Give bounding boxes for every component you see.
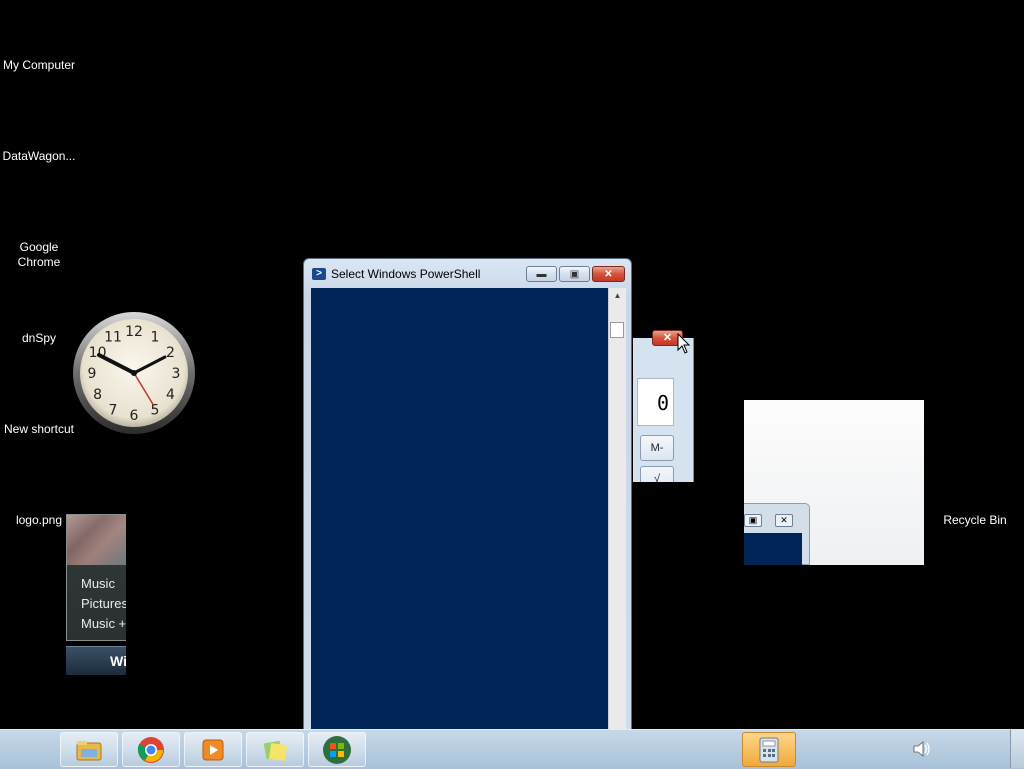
taskbar-sticky-notes-button[interactable] <box>246 732 304 767</box>
clock-numeral: 1 <box>151 330 160 346</box>
clock-numeral: 2 <box>166 345 175 361</box>
media-thumbnail <box>67 515 126 565</box>
clock-numeral: 4 <box>166 387 175 403</box>
show-desktop-button[interactable] <box>1010 729 1024 768</box>
desktop-icon-label: dnSpy <box>21 331 57 345</box>
calc-key-sqrt[interactable]: √ <box>640 466 674 482</box>
scroll-thumb[interactable] <box>610 322 624 338</box>
clock-numeral: 7 <box>109 402 118 418</box>
desktop-icon-label: My Computer <box>2 58 76 72</box>
explorer-icon <box>76 740 102 760</box>
media-item-music-plus[interactable]: Music + <box>81 616 126 631</box>
powershell-icon: > <box>312 268 326 280</box>
desktop-icon-label: DataWagon... <box>2 149 76 163</box>
scroll-up-icon[interactable]: ▲ <box>609 288 626 304</box>
media-gadget-banner[interactable]: Wi <box>66 646 126 675</box>
close-button[interactable]: ✕ <box>592 266 625 282</box>
close-icon: ✕ <box>775 514 793 527</box>
close-icon: ✕ <box>604 268 613 280</box>
clock-numeral: 8 <box>93 387 102 403</box>
clock-numeral: 11 <box>104 330 122 346</box>
desktop-icon-recycle-bin[interactable]: Recycle Bin <box>936 513 1014 528</box>
taskbar <box>0 729 1024 769</box>
calculator-icon <box>759 737 779 762</box>
clock-numeral: 9 <box>88 366 97 382</box>
maximize-icon: ▣ <box>744 514 762 527</box>
maximize-button[interactable]: ▣ <box>559 266 590 282</box>
close-icon: ✕ <box>662 332 673 344</box>
clock-numeral: 12 <box>125 324 143 340</box>
preview-window-frame: ▣ ✕ <box>744 503 810 565</box>
clock-face-icon: 12 1234567891011 <box>73 312 195 434</box>
desktop-icon-new-shortcut[interactable]: New shortcut <box>0 422 78 437</box>
window-title-bar[interactable]: > Select Windows PowerShell <box>312 267 480 281</box>
desktop-icon-label: New shortcut <box>3 422 75 436</box>
taskbar-calculator-button[interactable] <box>742 732 796 767</box>
desktop-icon-datawagon[interactable]: DataWagon... <box>0 149 78 164</box>
windows-logo-icon <box>323 735 351 764</box>
powershell-window[interactable]: > Select Windows PowerShell ▬ ▣ ✕ ▲ <box>303 258 632 732</box>
clock-numeral: 5 <box>151 402 160 418</box>
media-gadget[interactable]: Music Pictures Music + <box>66 514 126 641</box>
taskbar-explorer-button[interactable] <box>60 732 118 767</box>
vertical-scrollbar[interactable]: ▲ <box>608 288 626 730</box>
minimize-button[interactable]: ▬ <box>526 266 557 282</box>
speaker-icon[interactable] <box>912 739 932 759</box>
desktop-icon-label: logo.png <box>15 513 63 527</box>
desktop-icon-label: Google Chrome <box>17 240 61 269</box>
calculator-display: 0 <box>637 378 674 426</box>
sticky-notes-icon <box>263 740 288 761</box>
desktop-icon-my-computer[interactable]: My Computer <box>0 58 78 73</box>
console-output[interactable] <box>311 288 608 730</box>
maximize-icon: ▣ <box>569 268 580 280</box>
taskbar-start-button[interactable] <box>308 732 366 767</box>
media-item-music[interactable]: Music <box>81 576 115 591</box>
clock-numeral: 6 <box>130 408 139 424</box>
calc-key-m-minus[interactable]: M- <box>640 435 674 461</box>
window-title: Select Windows PowerShell <box>331 267 481 281</box>
desktop-icon-label: Recycle Bin <box>943 513 1007 527</box>
media-player-icon <box>202 739 224 760</box>
clock-numeral: 3 <box>172 366 181 382</box>
taskbar-chrome-button[interactable] <box>122 732 180 767</box>
preview-console <box>744 533 802 565</box>
taskbar-media-player-button[interactable] <box>184 732 242 767</box>
minimize-icon: ▬ <box>536 268 547 280</box>
desktop-icon-google-chrome[interactable]: Google Chrome <box>0 240 78 270</box>
chrome-icon <box>137 736 164 763</box>
mouse-cursor-icon <box>677 333 691 354</box>
clock-gadget[interactable]: 12 1 2 3 4 5 6 7 8 9 10 11 <box>72 311 196 435</box>
media-item-pictures[interactable]: Pictures <box>81 596 126 611</box>
calculator-window[interactable]: 0 M- √ <box>633 338 694 482</box>
desktop-icon-dnspy[interactable]: dnSpy <box>0 331 78 346</box>
